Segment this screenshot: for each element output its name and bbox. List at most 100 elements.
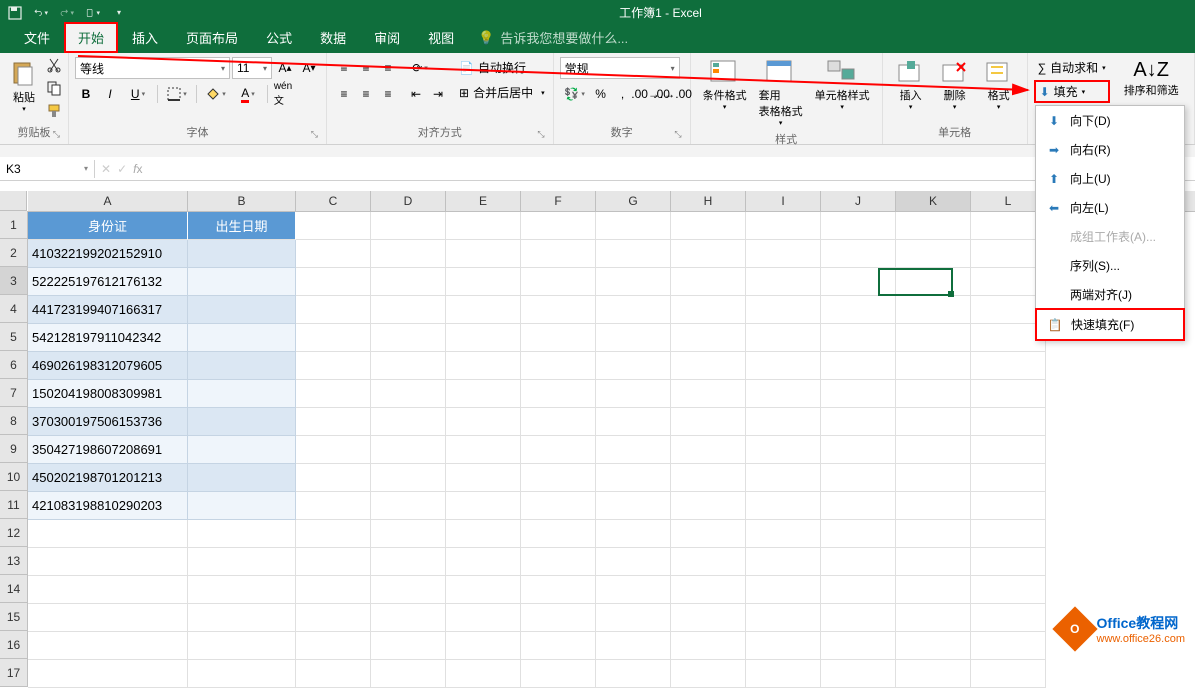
cell-I11[interactable] (746, 492, 821, 520)
conditional-format-button[interactable]: 条件格式▾ (697, 57, 753, 113)
cell-C17[interactable] (296, 660, 371, 688)
enter-icon[interactable]: ✓ (117, 162, 127, 176)
cell-K1[interactable] (896, 212, 971, 240)
undo-icon[interactable]: ▾ (34, 6, 48, 20)
cell-D8[interactable] (371, 408, 446, 436)
cell-K11[interactable] (896, 492, 971, 520)
cell-E16[interactable] (446, 632, 521, 660)
tab-insert[interactable]: 插入 (118, 22, 172, 53)
cell-G15[interactable] (596, 604, 671, 632)
cell-L15[interactable] (971, 604, 1046, 632)
format-cells-button[interactable]: 格式▾ (977, 57, 1021, 113)
cell-C7[interactable] (296, 380, 371, 408)
fill-left-item[interactable]: ⬅向左(L) (1036, 193, 1184, 222)
font-color-button[interactable]: A▾ (233, 83, 263, 105)
cell-F9[interactable] (521, 436, 596, 464)
cell-E9[interactable] (446, 436, 521, 464)
cell-K5[interactable] (896, 324, 971, 352)
cell-F3[interactable] (521, 268, 596, 296)
cell-H17[interactable] (671, 660, 746, 688)
cell-F10[interactable] (521, 464, 596, 492)
cell-D11[interactable] (371, 492, 446, 520)
decrease-indent-icon[interactable]: ⇤ (405, 83, 427, 105)
cell-J16[interactable] (821, 632, 896, 660)
cell-I6[interactable] (746, 352, 821, 380)
fill-right-item[interactable]: ➡向右(R) (1036, 135, 1184, 164)
cell-G4[interactable] (596, 296, 671, 324)
cell-A7[interactable]: 150204198008309981 (28, 380, 188, 408)
cell-H4[interactable] (671, 296, 746, 324)
accounting-icon[interactable]: 💱▾ (560, 83, 590, 105)
flash-fill-item[interactable]: 📋快速填充(F) (1035, 308, 1185, 341)
cell-C13[interactable] (296, 548, 371, 576)
cell-G9[interactable] (596, 436, 671, 464)
cell-E4[interactable] (446, 296, 521, 324)
cut-icon[interactable] (46, 57, 62, 76)
border-button[interactable]: ▾ (162, 83, 192, 105)
cell-D12[interactable] (371, 520, 446, 548)
cell-A17[interactable] (28, 660, 188, 688)
cell-I10[interactable] (746, 464, 821, 492)
orientation-icon[interactable]: ⟳▾ (405, 57, 435, 79)
cell-I8[interactable] (746, 408, 821, 436)
col-header-H[interactable]: H (671, 191, 746, 211)
tab-layout[interactable]: 页面布局 (172, 22, 252, 53)
merge-center-button[interactable]: ⊞合并后居中▾ (457, 82, 547, 103)
cell-J6[interactable] (821, 352, 896, 380)
cell-F16[interactable] (521, 632, 596, 660)
cell-H3[interactable] (671, 268, 746, 296)
underline-button[interactable]: U▾ (123, 83, 153, 105)
cell-D10[interactable] (371, 464, 446, 492)
row-header-13[interactable]: 13 (0, 547, 27, 575)
cell-I14[interactable] (746, 576, 821, 604)
cell-A4[interactable]: 441723199407166317 (28, 296, 188, 324)
cell-G8[interactable] (596, 408, 671, 436)
cell-I17[interactable] (746, 660, 821, 688)
cell-J11[interactable] (821, 492, 896, 520)
cell-D15[interactable] (371, 604, 446, 632)
align-launcher-icon[interactable]: ⤡ (537, 129, 544, 140)
cell-C12[interactable] (296, 520, 371, 548)
wrap-text-button[interactable]: 📄自动换行 (457, 57, 547, 78)
cell-J4[interactable] (821, 296, 896, 324)
cell-G11[interactable] (596, 492, 671, 520)
autosum-button[interactable]: ∑自动求和▾ (1034, 57, 1110, 78)
cell-B8[interactable] (188, 408, 296, 436)
cell-H5[interactable] (671, 324, 746, 352)
col-header-E[interactable]: E (446, 191, 521, 211)
cell-G7[interactable] (596, 380, 671, 408)
cell-E7[interactable] (446, 380, 521, 408)
cell-L17[interactable] (971, 660, 1046, 688)
cell-B10[interactable] (188, 464, 296, 492)
col-header-G[interactable]: G (596, 191, 671, 211)
cell-C16[interactable] (296, 632, 371, 660)
cell-G1[interactable] (596, 212, 671, 240)
cell-J3[interactable] (821, 268, 896, 296)
cell-K15[interactable] (896, 604, 971, 632)
cell-F6[interactable] (521, 352, 596, 380)
cell-F5[interactable] (521, 324, 596, 352)
cell-A10[interactable]: 450202198701201213 (28, 464, 188, 492)
cell-J17[interactable] (821, 660, 896, 688)
cell-J5[interactable] (821, 324, 896, 352)
cell-D1[interactable] (371, 212, 446, 240)
cell-B1[interactable]: 出生日期 (188, 212, 296, 240)
paste-button[interactable]: 粘贴 ▾ (6, 57, 42, 115)
cell-E17[interactable] (446, 660, 521, 688)
cell-F17[interactable] (521, 660, 596, 688)
sort-filter-button[interactable]: A↓Z 排序和筛选 (1118, 57, 1185, 100)
cell-C8[interactable] (296, 408, 371, 436)
col-header-I[interactable]: I (746, 191, 821, 211)
cell-D17[interactable] (371, 660, 446, 688)
cell-I2[interactable] (746, 240, 821, 268)
cell-L9[interactable] (971, 436, 1046, 464)
cell-J13[interactable] (821, 548, 896, 576)
cell-K13[interactable] (896, 548, 971, 576)
row-header-11[interactable]: 11 (0, 491, 27, 519)
cell-L6[interactable] (971, 352, 1046, 380)
col-header-D[interactable]: D (371, 191, 446, 211)
cell-A15[interactable] (28, 604, 188, 632)
cell-A14[interactable] (28, 576, 188, 604)
align-right-icon[interactable]: ≡ (377, 83, 399, 105)
cell-K10[interactable] (896, 464, 971, 492)
